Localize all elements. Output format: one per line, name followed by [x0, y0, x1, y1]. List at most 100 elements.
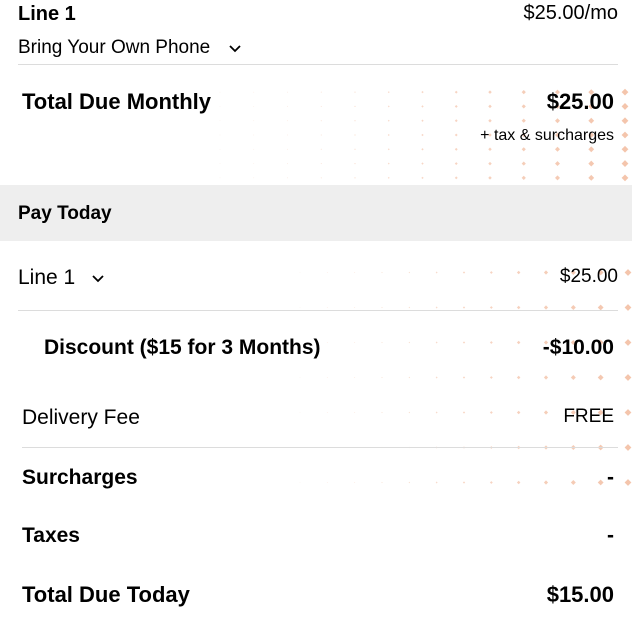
decorative-dot	[320, 91, 322, 93]
decorative-dot	[354, 271, 356, 274]
decorative-dot	[621, 117, 629, 125]
decorative-dot	[387, 134, 390, 136]
decorative-dot	[555, 146, 560, 152]
decorative-dot	[624, 479, 632, 486]
decorative-dot	[286, 120, 289, 122]
divider	[18, 310, 618, 311]
decorative-dot	[435, 341, 438, 344]
decorative-dot	[286, 163, 289, 165]
decorative-dot	[387, 119, 390, 122]
decorative-dot	[326, 412, 328, 413]
decorative-dot	[621, 88, 629, 96]
decorative-dot	[489, 481, 493, 484]
total-monthly-amount: $25.00	[546, 89, 614, 114]
decorative-dot	[421, 119, 424, 122]
decorative-dot	[555, 118, 560, 124]
decorative-dot	[454, 133, 458, 137]
decorative-dot	[354, 306, 356, 309]
decorative-dot	[489, 376, 493, 379]
decorative-dot	[621, 103, 629, 110]
decorative-dot	[435, 411, 438, 414]
decorative-dot	[354, 105, 356, 108]
decorative-dot	[435, 481, 438, 484]
device-option-dropdown[interactable]: Bring Your Own Phone	[18, 37, 242, 59]
decorative-dot	[516, 410, 521, 415]
decorative-dot	[454, 176, 458, 180]
decorative-dot	[597, 479, 604, 486]
line-1-dropdown[interactable]: Line 1	[18, 266, 105, 290]
decorative-dot	[521, 104, 526, 109]
decorative-dot	[462, 306, 466, 309]
decorative-dot	[588, 160, 595, 167]
decorative-dot	[421, 162, 424, 165]
decorative-dot	[387, 91, 390, 94]
decorative-dot	[462, 376, 466, 379]
decorative-dot	[516, 480, 521, 485]
decorative-dot	[320, 120, 322, 122]
decorative-dot	[454, 119, 458, 123]
decorative-dot	[253, 177, 255, 179]
decorative-dot	[624, 269, 632, 276]
decorative-dot	[488, 104, 492, 109]
decorative-dot	[408, 481, 411, 484]
decorative-dot	[521, 147, 526, 152]
decorative-dot	[320, 177, 322, 179]
decorative-dot	[387, 162, 390, 165]
decorative-dot	[408, 376, 411, 379]
decorative-dot	[489, 306, 493, 309]
decorative-dot	[462, 341, 466, 344]
pay-today-heading: Pay Today	[18, 203, 112, 224]
decorative-dot	[624, 444, 632, 451]
decorative-dot	[435, 306, 438, 309]
decorative-dot	[354, 162, 356, 165]
decorative-dot	[408, 411, 411, 414]
decorative-dot	[488, 118, 492, 123]
decorative-dot	[543, 410, 549, 415]
decorative-dot	[462, 271, 466, 274]
line-1-amount: $25.00	[559, 266, 618, 287]
line-price: $25.00/mo	[523, 2, 618, 24]
decorative-dot	[624, 304, 632, 311]
decorative-dot	[454, 90, 458, 94]
decorative-dot	[320, 162, 322, 165]
decorative-dot	[326, 482, 328, 483]
tax-note: + tax & surcharges	[480, 127, 614, 144]
decorative-dot	[435, 376, 438, 379]
total-today-label: Total Due Today	[22, 582, 190, 607]
decorative-dot	[543, 270, 549, 275]
decorative-dot	[387, 148, 390, 151]
decorative-dot	[299, 307, 301, 308]
decorative-dot	[320, 134, 322, 136]
decorative-dot	[387, 176, 390, 179]
decorative-dot	[621, 145, 629, 153]
decorative-dot	[381, 411, 383, 414]
decorative-dot	[454, 147, 458, 151]
decorative-dot	[286, 91, 289, 93]
decorative-dot	[516, 340, 521, 345]
decorative-dot	[521, 161, 526, 166]
device-option-label: Bring Your Own Phone	[18, 37, 211, 58]
chevron-down-icon	[228, 45, 241, 53]
decorative-dot	[624, 374, 632, 381]
decorative-dot	[516, 375, 521, 380]
decorative-dot	[624, 339, 632, 346]
decorative-dot	[588, 146, 595, 153]
decorative-dot	[381, 376, 383, 379]
decorative-dot	[570, 480, 576, 485]
decorative-dot	[219, 148, 221, 150]
decorative-dot	[543, 480, 549, 485]
surcharges-amount: -	[607, 466, 614, 489]
decorative-dot	[286, 148, 289, 150]
decorative-dot	[588, 174, 595, 181]
decorative-dot	[621, 160, 629, 167]
decorative-dot	[408, 306, 411, 309]
decorative-dot	[381, 481, 383, 484]
decorative-dot	[253, 105, 255, 107]
decorative-dot	[421, 90, 424, 94]
decorative-dot	[462, 411, 466, 414]
decorative-dot	[326, 377, 328, 378]
decorative-dot	[489, 271, 493, 274]
decorative-dot	[381, 341, 383, 344]
decorative-dot	[621, 174, 629, 182]
discount-amount: -$10.00	[542, 336, 614, 359]
